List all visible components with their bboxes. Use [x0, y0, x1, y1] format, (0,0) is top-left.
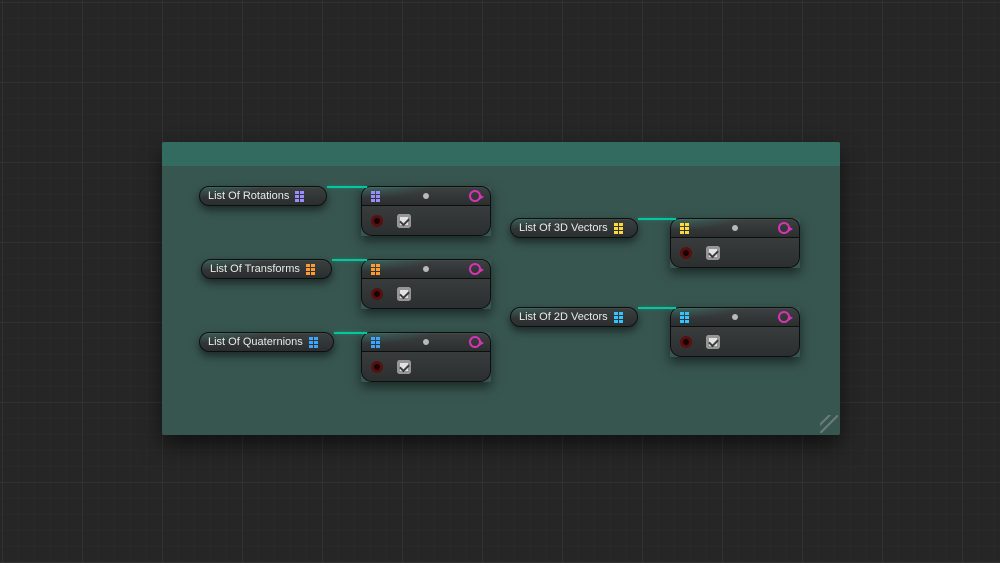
output-exec-port-icon[interactable]: [778, 311, 790, 323]
node-label: List Of Rotations: [208, 190, 289, 202]
source-node-rotations[interactable]: List Of Rotations: [199, 186, 327, 206]
record-port-icon[interactable]: [371, 215, 383, 227]
toggle-checkbox[interactable]: [397, 360, 411, 374]
dot-port-icon[interactable]: [732, 225, 738, 231]
operator-header[interactable]: [670, 307, 800, 327]
operator-body: [670, 327, 800, 357]
output-list-port-icon[interactable]: [309, 336, 321, 348]
record-port-icon[interactable]: [371, 288, 383, 300]
operator-header[interactable]: [361, 259, 491, 279]
record-port-icon[interactable]: [371, 361, 383, 373]
operator-node-op2[interactable]: [361, 259, 491, 309]
dot-port-icon[interactable]: [423, 339, 429, 345]
node-link[interactable]: [332, 259, 367, 261]
toggle-checkbox[interactable]: [706, 335, 720, 349]
operator-node-op1[interactable]: [361, 186, 491, 236]
output-exec-port-icon[interactable]: [469, 263, 481, 275]
output-list-port-icon[interactable]: [614, 222, 626, 234]
node-link[interactable]: [638, 218, 676, 220]
node-label: List Of Transforms: [210, 263, 300, 275]
node-link[interactable]: [638, 307, 676, 309]
node-link[interactable]: [327, 186, 367, 188]
output-exec-port-icon[interactable]: [778, 222, 790, 234]
node-label: List Of Quaternions: [208, 336, 303, 348]
input-list-port-icon[interactable]: [680, 311, 692, 323]
operator-body: [361, 206, 491, 236]
input-list-port-icon[interactable]: [371, 336, 383, 348]
record-port-icon[interactable]: [680, 336, 692, 348]
operator-node-op3[interactable]: [361, 332, 491, 382]
node-link[interactable]: [334, 332, 367, 334]
source-node-quaternions[interactable]: List Of Quaternions: [199, 332, 334, 352]
node-label: List Of 2D Vectors: [519, 311, 608, 323]
operator-body: [361, 352, 491, 382]
source-node-vectors3d[interactable]: List Of 3D Vectors: [510, 218, 638, 238]
input-list-port-icon[interactable]: [371, 190, 383, 202]
input-list-port-icon[interactable]: [371, 263, 383, 275]
output-list-port-icon[interactable]: [295, 190, 307, 202]
output-exec-port-icon[interactable]: [469, 336, 481, 348]
operator-header[interactable]: [670, 218, 800, 238]
record-port-icon[interactable]: [680, 247, 692, 259]
operator-header[interactable]: [361, 332, 491, 352]
toggle-checkbox[interactable]: [706, 246, 720, 260]
node-label: List Of 3D Vectors: [519, 222, 608, 234]
source-node-vectors2d[interactable]: List Of 2D Vectors: [510, 307, 638, 327]
input-list-port-icon[interactable]: [680, 222, 692, 234]
source-node-transforms[interactable]: List Of Transforms: [201, 259, 332, 279]
dot-port-icon[interactable]: [423, 193, 429, 199]
dot-port-icon[interactable]: [423, 266, 429, 272]
dot-port-icon[interactable]: [732, 314, 738, 320]
toggle-checkbox[interactable]: [397, 287, 411, 301]
operator-body: [361, 279, 491, 309]
toggle-checkbox[interactable]: [397, 214, 411, 228]
operator-node-op4[interactable]: [670, 218, 800, 268]
operator-header[interactable]: [361, 186, 491, 206]
output-list-port-icon[interactable]: [614, 311, 626, 323]
output-list-port-icon[interactable]: [306, 263, 318, 275]
operator-body: [670, 238, 800, 268]
resize-handle-icon[interactable]: [820, 415, 838, 433]
operator-node-op5[interactable]: [670, 307, 800, 357]
output-exec-port-icon[interactable]: [469, 190, 481, 202]
